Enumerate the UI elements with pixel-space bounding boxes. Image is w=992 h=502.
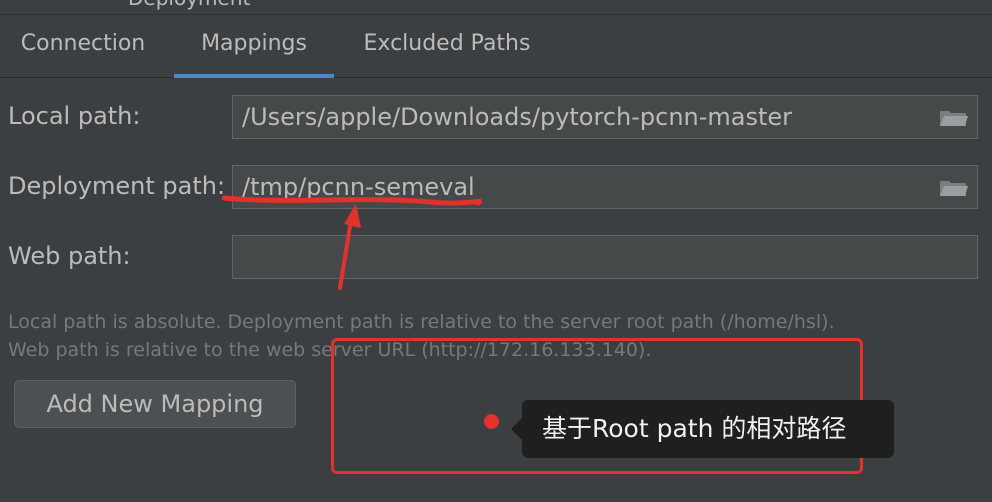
annotation-tooltip: 基于Root path 的相对路径	[511, 400, 894, 458]
underline-annotation	[221, 195, 483, 206]
annotation-dot	[484, 414, 499, 429]
annotation-tooltip-text: 基于Root path 的相对路径	[542, 414, 847, 443]
arrow-head-annotation	[344, 204, 361, 228]
